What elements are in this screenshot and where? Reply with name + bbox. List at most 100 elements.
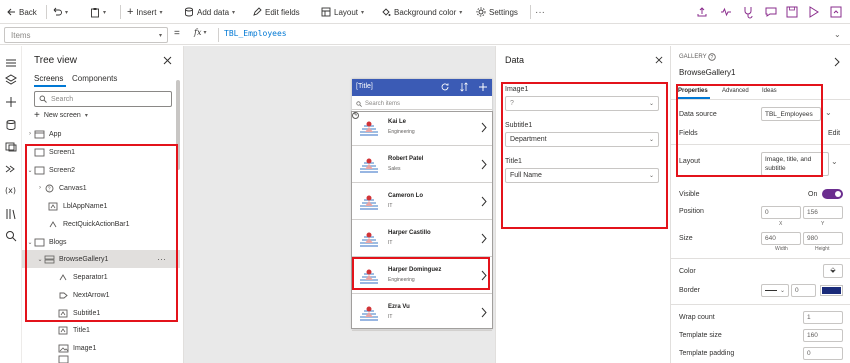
template-size-label: Template size (679, 332, 722, 339)
tab-properties[interactable]: Properties (678, 88, 708, 94)
tree-item-browsegallery1[interactable]: ⌄ BrowseGallery1 ··· (22, 250, 180, 268)
tree-item-separator1[interactable]: Separator1 (22, 268, 180, 286)
chevron-right-icon[interactable] (481, 122, 487, 133)
tree-item-app[interactable]: › App (22, 125, 180, 143)
refresh-icon[interactable] (440, 82, 450, 92)
close-icon[interactable] (163, 56, 172, 65)
chevron-right-icon[interactable] (481, 307, 487, 318)
position-x-input[interactable]: 0 (761, 206, 801, 219)
edit-template-icon[interactable]: ✎ (352, 112, 359, 119)
back-button[interactable]: Back (6, 0, 37, 24)
border-style-dropdown[interactable]: ⌄ (761, 284, 789, 297)
variables-icon[interactable]: (x) (4, 183, 18, 197)
tree-item-screen2[interactable]: ⌄ Screen2 (22, 161, 180, 179)
tree-item-blogs[interactable]: ⌄ Blogs (22, 233, 180, 251)
chevron-right-icon[interactable] (834, 57, 840, 67)
tree-item-lblappname1[interactable]: LblAppName1 (22, 197, 180, 215)
power-automate-icon[interactable] (4, 162, 18, 176)
gallery-item[interactable]: Harper Dominguez Engineering (352, 259, 492, 294)
edit-fields-button[interactable]: Edit fields (252, 0, 300, 24)
template-padding-input[interactable]: 0 (803, 347, 843, 360)
template-size-input[interactable]: 160 (803, 329, 843, 342)
left-rail: (x) (0, 46, 22, 363)
expand-formula-icon[interactable]: ⌄ (834, 30, 841, 39)
edit-fields-link[interactable]: Edit (828, 130, 840, 137)
close-icon[interactable] (655, 56, 663, 64)
app-icon (34, 130, 45, 138)
gallery-item[interactable]: Ezra Vu IT (352, 296, 492, 331)
background-color-button[interactable]: Background color ▾ (381, 0, 462, 24)
add-data-button[interactable]: Add data ▾ (184, 0, 235, 24)
tree-item-rectquickactionbar1[interactable]: RectQuickActionBar1 (22, 215, 180, 233)
add-icon[interactable] (478, 82, 488, 92)
layers-icon[interactable] (4, 73, 18, 87)
tab-ideas[interactable]: Ideas (762, 88, 777, 94)
chevron-right-icon[interactable] (481, 159, 487, 170)
layout-button[interactable]: Layout ▾ (321, 0, 364, 24)
gallery-search-input[interactable]: Search items (352, 98, 492, 110)
data-icon[interactable] (4, 118, 18, 132)
position-y-input[interactable]: 156 (803, 206, 843, 219)
wrap-count-input[interactable]: 1 (803, 311, 843, 324)
visible-toggle[interactable] (822, 189, 843, 199)
new-screen-button[interactable]: + New screen ▾ (34, 110, 88, 121)
more-options-icon[interactable]: ··· (157, 254, 166, 264)
tree-item-subtitle1[interactable]: Subtitle1 (22, 304, 180, 322)
tab-advanced[interactable]: Advanced (722, 88, 749, 94)
chevron-right-icon[interactable] (481, 233, 487, 244)
insert-button[interactable]: + Insert ▾ (127, 0, 162, 24)
position-x-value: 0 (765, 209, 769, 216)
chevron-down-icon[interactable]: ⌄ (825, 108, 832, 117)
tree-scrollbar[interactable] (176, 80, 180, 170)
more-button[interactable]: ··· (535, 0, 545, 24)
health-monitor-icon[interactable] (719, 5, 733, 19)
layout-dropdown[interactable]: Image, title, and subtitle (761, 152, 829, 176)
insert-plus-icon[interactable] (4, 95, 18, 109)
stethoscope-icon[interactable] (741, 5, 755, 19)
title-field-dropdown[interactable]: Full Name ⌄ (505, 168, 659, 183)
settings-button[interactable]: Settings (476, 0, 518, 24)
chevron-down-icon[interactable]: ⌄ (831, 157, 838, 166)
tree-search-input[interactable]: Search (34, 91, 172, 107)
fx-button[interactable]: fx ▾ (194, 28, 207, 37)
library-icon[interactable] (4, 207, 18, 221)
undo-button[interactable]: ▾ (52, 0, 68, 24)
color-picker-button[interactable]: ⬙ (823, 264, 843, 278)
label-icon (58, 326, 68, 334)
title-field-value: Full Name (510, 172, 542, 179)
publish-icon[interactable] (829, 5, 843, 19)
data-source-dropdown[interactable]: TBL_Employees (761, 107, 821, 121)
gallery-item[interactable]: Cameron Lo IT (352, 185, 492, 220)
tab-screens[interactable]: Screens (34, 74, 63, 83)
save-icon[interactable] (785, 5, 799, 19)
formula-bar: Items ▾ = fx ▾ TBL_Employees ⌄ (0, 25, 850, 45)
tree-item-title1[interactable]: Title1 (22, 321, 180, 339)
tree-item-canvas1[interactable]: › ? Canvas1 (22, 179, 180, 197)
image-field-dropdown[interactable]: ? ⌄ (505, 96, 659, 111)
gallery-item[interactable]: Harper Castillo IT (352, 222, 492, 257)
comments-icon[interactable] (764, 5, 778, 19)
tree-item-nextarrow1[interactable]: NextArrow1 (22, 286, 180, 304)
gallery-item[interactable]: Kai Le Engineering (352, 111, 492, 146)
property-dropdown[interactable]: Items ▾ (4, 27, 168, 43)
play-icon[interactable] (806, 5, 820, 19)
formula-input[interactable]: TBL_Employees (224, 29, 287, 38)
sort-icon[interactable] (460, 82, 468, 92)
share-icon[interactable] (695, 5, 709, 19)
hamburger-icon[interactable] (4, 56, 18, 70)
gallery-item[interactable]: Robert Patel Sales (352, 148, 492, 183)
media-icon[interactable] (4, 140, 18, 154)
search-icon[interactable] (4, 229, 18, 243)
help-icon[interactable]: ? (708, 53, 716, 61)
border-color-swatch[interactable] (820, 285, 843, 296)
position-y-value: 156 (807, 209, 818, 216)
width-input[interactable]: 640 (761, 232, 801, 245)
chevron-right-icon[interactable] (481, 270, 487, 281)
border-width-input[interactable]: 0 (791, 284, 816, 297)
chevron-right-icon[interactable] (481, 196, 487, 207)
paste-button[interactable]: ▾ (90, 0, 106, 24)
subtitle-field-dropdown[interactable]: Department ⌄ (505, 132, 659, 147)
tree-item-screen1[interactable]: Screen1 (22, 143, 180, 161)
height-input[interactable]: 980 (803, 232, 843, 245)
tab-components[interactable]: Components (72, 74, 117, 83)
